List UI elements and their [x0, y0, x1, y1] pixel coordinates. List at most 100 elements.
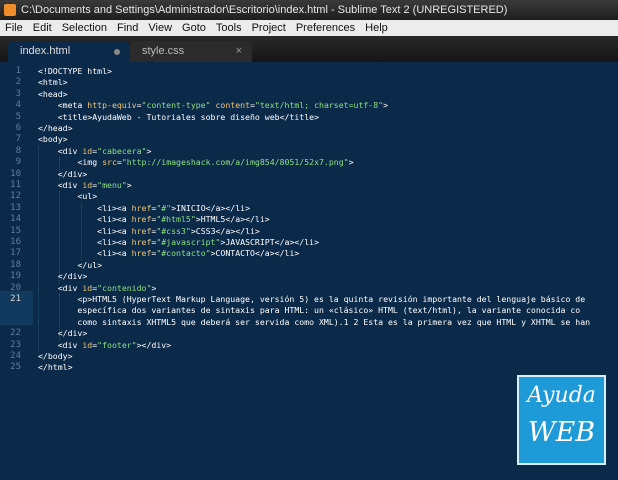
code-token: <li><a: [97, 237, 132, 247]
code-token: </title>: [279, 111, 319, 122]
code-line[interactable]: <html>: [38, 77, 68, 88]
code-line[interactable]: </html>: [38, 362, 73, 373]
menu-preferences[interactable]: Preferences: [291, 20, 360, 36]
close-icon[interactable]: ×: [236, 41, 242, 62]
tab-label: style.css: [142, 45, 185, 57]
code-token: <img: [77, 157, 103, 168]
code-token: CSS3: [195, 225, 216, 236]
code-line[interactable]: </div>: [38, 271, 88, 282]
code-line[interactable]: </head>: [38, 123, 73, 134]
line-number-gutter: 1 2 3 4 5 6 7 8 9 10 11 12 13 14 15 16 17 18 19 20 21 22 23 24 2…: [0, 62, 33, 480]
code-line[interactable]: <li><a href="#contacto">CONTACTO</a></li…: [38, 248, 299, 259]
line-number: 4: [15, 100, 21, 111]
code-line[interactable]: <ul>: [38, 191, 97, 202]
code-line[interactable]: <li><a href="#javascript">JAVASCRIPT</a>…: [38, 237, 319, 248]
menu-goto[interactable]: Goto: [177, 20, 211, 36]
line-number: 11: [10, 180, 21, 190]
code-token: href: [131, 237, 152, 247]
code-line[interactable]: </ul>: [38, 260, 102, 271]
code-token: >: [146, 145, 152, 156]
code-line[interactable]: <body>: [38, 134, 68, 145]
code-line[interactable]: <p>HTML5 (HyperText Markup Language, ver…: [38, 294, 585, 305]
line-number: 20: [10, 282, 21, 293]
code-line[interactable]: <div id="menu">: [38, 180, 132, 191]
code-line[interactable]: </div>: [38, 169, 88, 180]
tab-label: index.html: [20, 45, 71, 57]
code-token: <div: [57, 180, 83, 190]
code-line[interactable]: <li><a href="#">INICIO</a></li>: [38, 203, 250, 214]
code-line[interactable]: <head>: [38, 89, 68, 100]
code-line[interactable]: <title>AyudaWeb - Tutoriales sobre diseñ…: [38, 112, 319, 123]
line-number: 24: [10, 351, 21, 361]
code-token: content: [215, 100, 250, 111]
code-token: >: [383, 100, 389, 111]
code-token: href: [131, 202, 152, 213]
code-token: </a></li>: [254, 248, 300, 259]
code-line[interactable]: como sintaxis XHTML5 que deberá ser serv…: [38, 317, 590, 328]
line-number: 9: [15, 157, 21, 168]
code-token: "contenido": [97, 282, 152, 293]
menu-file[interactable]: File: [0, 20, 28, 36]
code-token: <!DOCTYPE html>: [38, 66, 112, 76]
code-line[interactable]: <div id="footer"></div>: [38, 340, 171, 351]
code-token: id: [82, 339, 93, 350]
menu-view[interactable]: View: [143, 20, 177, 36]
code-line[interactable]: </body>: [38, 351, 73, 362]
code-line[interactable]: <meta http-equiv="content-type" content=…: [38, 100, 388, 111]
line-number: 6: [15, 123, 21, 133]
code-token: </div>: [57, 328, 88, 339]
code-token: <head>: [38, 88, 68, 99]
code-token: ></div>: [136, 339, 172, 350]
code-token: <div: [57, 339, 83, 350]
code-token: <li><a: [97, 202, 132, 213]
tab-style-css[interactable]: style.css ×: [130, 41, 252, 62]
menu-find[interactable]: Find: [112, 20, 143, 36]
code-token: específica dos variantes de sintaxis par…: [38, 305, 581, 316]
menu-tools[interactable]: Tools: [211, 20, 247, 36]
menu-project[interactable]: Project: [247, 20, 291, 36]
code-token: HTML5: [200, 214, 226, 225]
code-token: CONTACTO: [215, 248, 255, 259]
code-token: "content-type": [141, 100, 211, 111]
code-token: como sintaxis XHTML5 que deberá ser serv…: [38, 316, 591, 327]
code-line[interactable]: </div>: [38, 328, 88, 339]
code-token: href: [131, 214, 152, 225]
line-number: 17: [10, 248, 21, 259]
line-number: 13: [10, 202, 21, 213]
sublime-app-icon: [4, 4, 16, 16]
code-token: id: [82, 145, 93, 156]
code-line[interactable]: <div id="cabecera">: [38, 145, 152, 157]
line-number: 1: [15, 66, 21, 76]
code-token: >: [126, 180, 132, 190]
code-token: </a></li>: [215, 225, 260, 236]
code-token: id: [82, 180, 93, 190]
tab-index-html[interactable]: index.html: [8, 41, 130, 62]
code-line[interactable]: <div id="contenido">: [38, 282, 157, 294]
code-line[interactable]: <!DOCTYPE html>: [38, 66, 112, 77]
code-token: </a></li>: [274, 237, 320, 247]
menu-edit[interactable]: Edit: [28, 20, 57, 36]
code-token: <title>: [57, 111, 93, 122]
code-line[interactable]: <li><a href="#css3">CSS3</a></li>: [38, 226, 260, 237]
menu-help[interactable]: Help: [360, 20, 393, 36]
line-number: 23: [10, 339, 21, 350]
code-line[interactable]: <img src="http://imageshack.com/a/img854…: [38, 157, 353, 168]
menu-selection[interactable]: Selection: [57, 20, 112, 36]
code-token: </html>: [38, 362, 73, 373]
code-line[interactable]: específica dos variantes de sintaxis par…: [38, 305, 580, 316]
code-line[interactable]: <li><a href="#html5">HTML5</a></li>: [38, 214, 270, 225]
menu-bar: File Edit Selection Find View Goto Tools Projec…: [0, 20, 618, 36]
code-token: "http://imageshack.com/a/img854/8051/52x…: [121, 157, 349, 168]
unsaved-dot-icon[interactable]: [114, 49, 120, 55]
